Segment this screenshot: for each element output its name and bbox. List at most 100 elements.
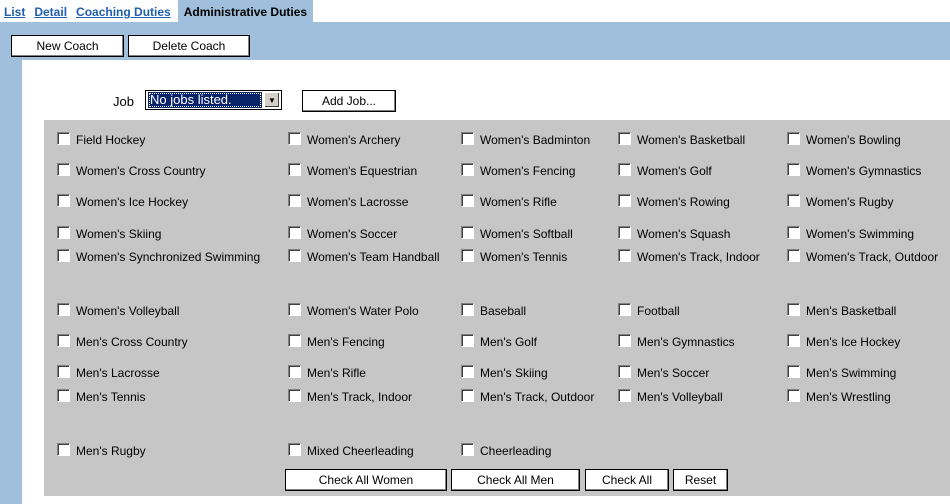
sport-checkbox-item[interactable]: Men's Basketball: [785, 303, 950, 319]
sport-checkbox-item[interactable]: Men's Swimming: [785, 365, 950, 381]
checkbox[interactable]: [288, 249, 301, 262]
checkbox[interactable]: [461, 194, 474, 207]
sport-checkbox-item[interactable]: Women's Archery: [286, 132, 456, 148]
checkbox[interactable]: [288, 365, 301, 378]
checkbox[interactable]: [461, 226, 474, 239]
checkbox[interactable]: [461, 389, 474, 402]
sport-checkbox-item[interactable]: Women's Skiing: [55, 226, 283, 242]
checkbox[interactable]: [288, 226, 301, 239]
checkbox[interactable]: [57, 163, 70, 176]
sport-checkbox-item[interactable]: Men's Rifle: [286, 365, 456, 381]
sport-checkbox-item[interactable]: Women's Synchronized Swimming: [55, 249, 283, 265]
sport-checkbox-item[interactable]: Men's Track, Outdoor: [459, 389, 614, 405]
chevron-down-icon[interactable]: ▼: [264, 92, 280, 108]
sport-checkbox-item[interactable]: Men's Soccer: [616, 365, 782, 381]
checkbox[interactable]: [57, 389, 70, 402]
sport-checkbox-item[interactable]: Men's Lacrosse: [55, 365, 283, 381]
checkbox[interactable]: [618, 334, 631, 347]
checkbox[interactable]: [461, 163, 474, 176]
checkbox[interactable]: [787, 303, 800, 316]
delete-coach-button[interactable]: Delete Coach: [128, 35, 250, 57]
checkbox[interactable]: [618, 249, 631, 262]
checkbox[interactable]: [57, 365, 70, 378]
check-all-men-button[interactable]: Check All Men: [451, 469, 580, 491]
checkbox[interactable]: [288, 132, 301, 145]
sport-checkbox-item[interactable]: Women's Fencing: [459, 163, 614, 179]
checkbox[interactable]: [288, 303, 301, 316]
sport-checkbox-item[interactable]: Men's Gymnastics: [616, 334, 782, 350]
tab-list[interactable]: List: [4, 0, 25, 22]
checkbox[interactable]: [288, 443, 301, 456]
checkbox[interactable]: [288, 194, 301, 207]
sport-checkbox-item[interactable]: Women's Equestrian: [286, 163, 456, 179]
sport-checkbox-item[interactable]: Women's Rifle: [459, 194, 614, 210]
job-select[interactable]: No jobs listed. ▼: [145, 90, 282, 110]
sport-checkbox-item[interactable]: Men's Rugby: [55, 443, 283, 459]
add-job-button[interactable]: Add Job...: [302, 90, 396, 112]
sport-checkbox-item[interactable]: Women's Cross Country: [55, 163, 283, 179]
checkbox[interactable]: [787, 132, 800, 145]
sport-checkbox-item[interactable]: Women's Badminton: [459, 132, 614, 148]
sport-checkbox-item[interactable]: Women's Rowing: [616, 194, 782, 210]
checkbox[interactable]: [57, 194, 70, 207]
sport-checkbox-item[interactable]: Women's Water Polo: [286, 303, 456, 319]
sport-checkbox-item[interactable]: Field Hockey: [55, 132, 283, 148]
checkbox[interactable]: [57, 303, 70, 316]
sport-checkbox-item[interactable]: Women's Ice Hockey: [55, 194, 283, 210]
checkbox[interactable]: [57, 334, 70, 347]
checkbox[interactable]: [288, 334, 301, 347]
sport-checkbox-item[interactable]: Women's Squash: [616, 226, 782, 242]
sport-checkbox-item[interactable]: Women's Track, Indoor: [616, 249, 782, 265]
checkbox[interactable]: [618, 132, 631, 145]
sport-checkbox-item[interactable]: Mixed Cheerleading: [286, 443, 456, 459]
checkbox[interactable]: [787, 334, 800, 347]
sport-checkbox-item[interactable]: Cheerleading: [459, 443, 614, 459]
sport-checkbox-item[interactable]: Women's Volleyball: [55, 303, 283, 319]
sport-checkbox-item[interactable]: Men's Tennis: [55, 389, 283, 405]
sport-checkbox-item[interactable]: Women's Basketball: [616, 132, 782, 148]
checkbox[interactable]: [57, 226, 70, 239]
checkbox[interactable]: [618, 389, 631, 402]
sport-checkbox-item[interactable]: Football: [616, 303, 782, 319]
sport-checkbox-item[interactable]: Men's Skiing: [459, 365, 614, 381]
checkbox[interactable]: [57, 443, 70, 456]
check-all-women-button[interactable]: Check All Women: [285, 469, 447, 491]
checkbox[interactable]: [461, 365, 474, 378]
sport-checkbox-item[interactable]: Women's Lacrosse: [286, 194, 456, 210]
sport-checkbox-item[interactable]: Women's Tennis: [459, 249, 614, 265]
checkbox[interactable]: [618, 194, 631, 207]
checkbox[interactable]: [57, 249, 70, 262]
sport-checkbox-item[interactable]: Women's Swimming: [785, 226, 950, 242]
checkbox[interactable]: [618, 226, 631, 239]
checkbox[interactable]: [618, 365, 631, 378]
checkbox[interactable]: [461, 334, 474, 347]
checkbox[interactable]: [787, 194, 800, 207]
tab-administrative-duties[interactable]: Administrative Duties: [177, 0, 314, 22]
checkbox[interactable]: [618, 163, 631, 176]
sport-checkbox-item[interactable]: Women's Bowling: [785, 132, 950, 148]
checkbox[interactable]: [787, 226, 800, 239]
sport-checkbox-item[interactable]: Men's Track, Indoor: [286, 389, 456, 405]
check-all-button[interactable]: Check All: [585, 469, 669, 491]
new-coach-button[interactable]: New Coach: [11, 35, 124, 57]
checkbox[interactable]: [461, 249, 474, 262]
checkbox[interactable]: [787, 389, 800, 402]
checkbox[interactable]: [787, 249, 800, 262]
checkbox[interactable]: [288, 163, 301, 176]
sport-checkbox-item[interactable]: Women's Softball: [459, 226, 614, 242]
checkbox[interactable]: [57, 132, 70, 145]
sport-checkbox-item[interactable]: Women's Soccer: [286, 226, 456, 242]
checkbox[interactable]: [288, 389, 301, 402]
sport-checkbox-item[interactable]: Men's Ice Hockey: [785, 334, 950, 350]
sport-checkbox-item[interactable]: Men's Cross Country: [55, 334, 283, 350]
sport-checkbox-item[interactable]: Women's Gymnastics: [785, 163, 950, 179]
reset-button[interactable]: Reset: [673, 469, 728, 491]
sport-checkbox-item[interactable]: Women's Rugby: [785, 194, 950, 210]
sport-checkbox-item[interactable]: Women's Team Handball: [286, 249, 456, 265]
sport-checkbox-item[interactable]: Men's Fencing: [286, 334, 456, 350]
sport-checkbox-item[interactable]: Women's Golf: [616, 163, 782, 179]
checkbox[interactable]: [618, 303, 631, 316]
checkbox[interactable]: [787, 365, 800, 378]
sport-checkbox-item[interactable]: Men's Golf: [459, 334, 614, 350]
tab-coaching-duties[interactable]: Coaching Duties: [76, 0, 171, 22]
